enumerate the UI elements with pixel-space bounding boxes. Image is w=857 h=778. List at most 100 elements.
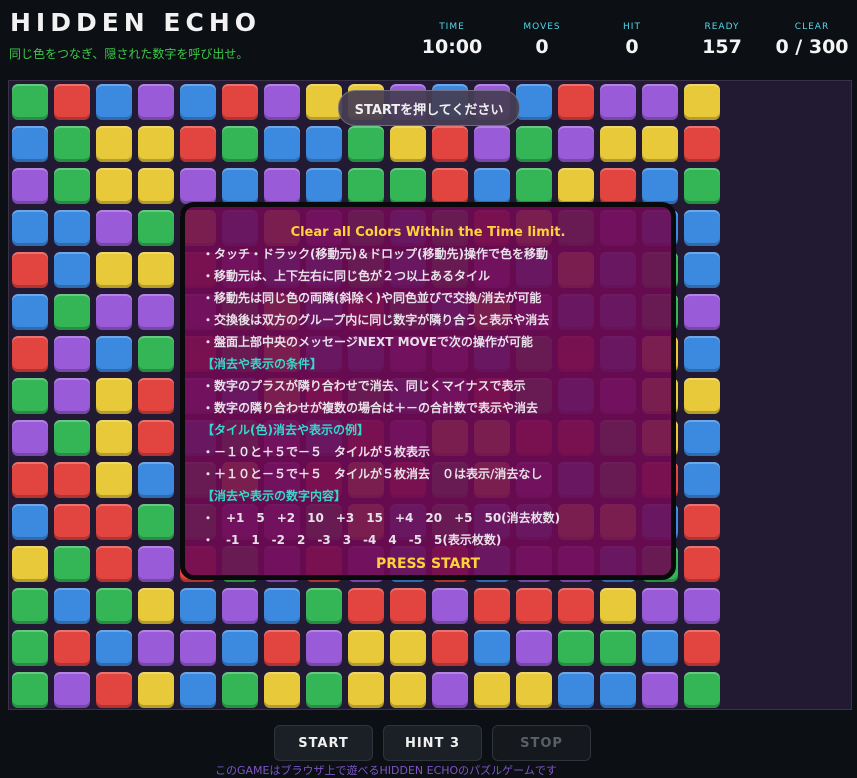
board-tile[interactable]	[180, 168, 216, 204]
board-tile[interactable]	[138, 672, 174, 708]
board-tile[interactable]	[138, 210, 174, 246]
board-tile[interactable]	[138, 630, 174, 666]
board-tile[interactable]	[96, 378, 132, 414]
board-tile[interactable]	[474, 630, 510, 666]
board-tile[interactable]	[684, 588, 720, 624]
board-tile[interactable]	[12, 210, 48, 246]
board-tile[interactable]	[684, 672, 720, 708]
board-tile[interactable]	[684, 504, 720, 540]
board-tile[interactable]	[264, 126, 300, 162]
board-tile[interactable]	[138, 462, 174, 498]
board-tile[interactable]	[516, 168, 552, 204]
board-tile[interactable]	[306, 672, 342, 708]
board-tile[interactable]	[54, 420, 90, 456]
board-tile[interactable]	[516, 588, 552, 624]
board-tile[interactable]	[684, 168, 720, 204]
board-tile[interactable]	[96, 588, 132, 624]
board-tile[interactable]	[12, 84, 48, 120]
board-tile[interactable]	[96, 630, 132, 666]
board-tile[interactable]	[54, 168, 90, 204]
board-tile[interactable]	[642, 672, 678, 708]
board-tile[interactable]	[96, 462, 132, 498]
board-tile[interactable]	[138, 588, 174, 624]
board-tile[interactable]	[138, 84, 174, 120]
press-start-text[interactable]: PRESS START	[185, 556, 671, 572]
board-tile[interactable]	[306, 84, 342, 120]
board-tile[interactable]	[96, 672, 132, 708]
board-tile[interactable]	[558, 672, 594, 708]
board-tile[interactable]	[96, 210, 132, 246]
board-tile[interactable]	[264, 588, 300, 624]
board-tile[interactable]	[348, 630, 384, 666]
board-tile[interactable]	[222, 672, 258, 708]
board-tile[interactable]	[96, 504, 132, 540]
board-tile[interactable]	[306, 630, 342, 666]
board-tile[interactable]	[474, 126, 510, 162]
board-tile[interactable]	[12, 378, 48, 414]
board-tile[interactable]	[138, 294, 174, 330]
board-tile[interactable]	[684, 84, 720, 120]
board-tile[interactable]	[558, 84, 594, 120]
board-tile[interactable]	[306, 588, 342, 624]
board-tile[interactable]	[516, 126, 552, 162]
board-tile[interactable]	[684, 294, 720, 330]
board-tile[interactable]	[516, 84, 552, 120]
board-tile[interactable]	[684, 462, 720, 498]
board-tile[interactable]	[558, 126, 594, 162]
board-tile[interactable]	[642, 126, 678, 162]
board-tile[interactable]	[12, 252, 48, 288]
board-tile[interactable]	[390, 630, 426, 666]
board-tile[interactable]	[96, 252, 132, 288]
start-button[interactable]: START	[274, 725, 373, 761]
board-tile[interactable]	[348, 126, 384, 162]
board-tile[interactable]	[138, 420, 174, 456]
board-tile[interactable]	[558, 630, 594, 666]
board-tile[interactable]	[264, 168, 300, 204]
board-tile[interactable]	[642, 84, 678, 120]
board-tile[interactable]	[54, 630, 90, 666]
board-tile[interactable]	[516, 672, 552, 708]
board-tile[interactable]	[54, 672, 90, 708]
board-tile[interactable]	[264, 672, 300, 708]
board-tile[interactable]	[138, 546, 174, 582]
board-tile[interactable]	[12, 546, 48, 582]
board-tile[interactable]	[432, 126, 468, 162]
board-tile[interactable]	[12, 126, 48, 162]
board-tile[interactable]	[684, 126, 720, 162]
board-tile[interactable]	[684, 252, 720, 288]
board-tile[interactable]	[138, 126, 174, 162]
board-tile[interactable]	[138, 504, 174, 540]
board-tile[interactable]	[390, 168, 426, 204]
board-tile[interactable]	[12, 504, 48, 540]
board-tile[interactable]	[180, 588, 216, 624]
board-tile[interactable]	[642, 588, 678, 624]
board-tile[interactable]	[684, 210, 720, 246]
board-tile[interactable]	[516, 630, 552, 666]
board-tile[interactable]	[12, 588, 48, 624]
board-tile[interactable]	[264, 84, 300, 120]
board-tile[interactable]	[54, 378, 90, 414]
board-tile[interactable]	[54, 126, 90, 162]
board-tile[interactable]	[96, 546, 132, 582]
board-tile[interactable]	[642, 168, 678, 204]
board-tile[interactable]	[600, 168, 636, 204]
board-tile[interactable]	[54, 336, 90, 372]
board-tile[interactable]	[54, 294, 90, 330]
board-tile[interactable]	[558, 588, 594, 624]
board-tile[interactable]	[600, 672, 636, 708]
board-tile[interactable]	[600, 126, 636, 162]
board-tile[interactable]	[684, 336, 720, 372]
board-tile[interactable]	[474, 672, 510, 708]
board-tile[interactable]	[558, 168, 594, 204]
board-tile[interactable]	[432, 672, 468, 708]
board-tile[interactable]	[222, 84, 258, 120]
board-tile[interactable]	[306, 126, 342, 162]
board-tile[interactable]	[54, 504, 90, 540]
board-tile[interactable]	[54, 210, 90, 246]
board-tile[interactable]	[138, 336, 174, 372]
board-tile[interactable]	[684, 378, 720, 414]
board-tile[interactable]	[12, 462, 48, 498]
board-tile[interactable]	[222, 126, 258, 162]
board-tile[interactable]	[264, 630, 300, 666]
board-tile[interactable]	[54, 462, 90, 498]
